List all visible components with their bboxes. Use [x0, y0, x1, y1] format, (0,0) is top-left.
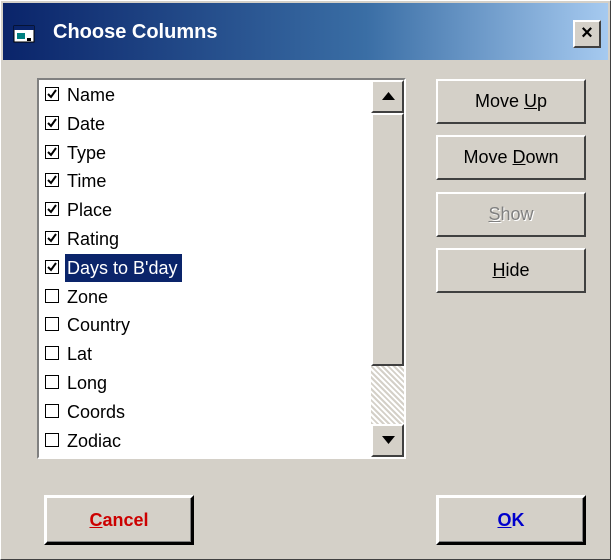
choose-columns-dialog: Choose Columns × Name Date Type Time Place Ra…: [0, 0, 611, 560]
ok-access-key: O: [497, 510, 512, 530]
checkbox[interactable]: [45, 259, 59, 274]
checkmark-icon: [47, 147, 57, 157]
scroll-down-button[interactable]: [371, 424, 404, 457]
move-up-button[interactable]: Move Up: [436, 79, 586, 124]
move-down-button[interactable]: Move Down: [436, 135, 586, 180]
list-item-label: Days to B'day: [64, 252, 183, 283]
checkbox[interactable]: [45, 87, 59, 101]
checkbox[interactable]: [45, 202, 59, 217]
app-window-icon: [13, 25, 35, 43]
cancel-label-post: ancel: [102, 510, 149, 530]
list-item[interactable]: Name: [43, 81, 373, 109]
checkbox[interactable]: [45, 173, 59, 188]
checkmark-icon: [47, 89, 57, 99]
move-down-label-pre: Move: [463, 147, 513, 167]
move-up-label-pre: Move: [474, 91, 524, 111]
show-button[interactable]: Show: [436, 192, 586, 237]
list-item-label: Lat: [67, 344, 93, 365]
checkbox[interactable]: [45, 432, 59, 447]
columns-list: Name Date Type Time Place Rating Days to B'day…: [39, 80, 371, 457]
list-item-label: Coords: [67, 401, 126, 422]
list-item[interactable]: Place: [43, 196, 373, 224]
checkbox[interactable]: [45, 403, 59, 418]
checkmark-icon: [47, 262, 57, 272]
move-up-label-post: p: [537, 91, 548, 111]
checkbox[interactable]: [45, 375, 59, 389]
ok-button[interactable]: OK: [436, 495, 586, 545]
list-item[interactable]: Date: [43, 110, 373, 138]
checkmark-icon: [47, 204, 57, 214]
list-item[interactable]: Long: [43, 369, 373, 397]
move-down-access-key: D: [512, 147, 526, 167]
list-item[interactable]: Rating: [43, 225, 373, 253]
list-item-label: Time: [67, 171, 107, 192]
checkbox[interactable]: [45, 231, 59, 245]
checkmark-icon: [47, 175, 57, 185]
list-item[interactable]: Lat: [43, 340, 373, 368]
list-item[interactable]: Country: [43, 311, 373, 339]
checkbox[interactable]: [45, 115, 59, 130]
list-item[interactable]: Zone: [43, 283, 373, 311]
show-access-key: S: [488, 204, 501, 224]
vertical-scrollbar[interactable]: [371, 80, 404, 457]
ok-label-post: K: [511, 510, 525, 530]
move-up-access-key: U: [524, 91, 537, 111]
checkbox[interactable]: [45, 346, 59, 361]
list-item-label: Rating: [67, 229, 120, 249]
list-item-label: Long: [67, 373, 108, 393]
list-item-label: Name: [67, 85, 116, 105]
list-item[interactable]: Type: [43, 139, 373, 167]
close-icon: ×: [581, 22, 593, 44]
list-item-label: Zodiac: [67, 430, 122, 451]
list-item[interactable]: Zodiac: [43, 427, 373, 455]
scroll-thumb[interactable]: [371, 113, 404, 366]
list-item-label: Date: [67, 113, 106, 134]
checkbox[interactable]: [45, 317, 59, 332]
cancel-button[interactable]: Cancel: [44, 495, 194, 545]
hide-access-key: H: [492, 260, 506, 280]
checkmark-icon: [47, 233, 57, 243]
hide-button[interactable]: Hide: [436, 248, 586, 293]
list-item-label: Place: [67, 200, 113, 221]
scroll-up-button[interactable]: [371, 80, 404, 113]
checkbox[interactable]: [45, 288, 59, 303]
list-item-label: Country: [67, 315, 131, 336]
list-item-label: Zone: [67, 286, 109, 307]
columns-listbox[interactable]: Name Date Type Time Place Rating Days to B'day…: [37, 78, 406, 459]
hide-label-post: ide: [505, 260, 530, 280]
checkbox[interactable]: [45, 144, 59, 159]
list-item-label: Type: [67, 142, 107, 163]
window-title: Choose Columns: [53, 21, 218, 43]
arrow-down-icon: [382, 436, 395, 444]
close-button[interactable]: ×: [573, 20, 601, 48]
scroll-track[interactable]: [371, 366, 404, 424]
list-item[interactable]: Time: [43, 167, 373, 195]
list-item[interactable]: Coords: [43, 398, 373, 426]
move-down-label-post: own: [525, 147, 559, 167]
cancel-access-key: C: [89, 510, 103, 530]
arrow-up-icon: [382, 92, 395, 100]
title-bar: Choose Columns ×: [3, 3, 608, 60]
show-label-post: how: [500, 204, 534, 224]
list-item[interactable]: Days to B'day: [43, 252, 373, 283]
checkmark-icon: [47, 118, 57, 128]
